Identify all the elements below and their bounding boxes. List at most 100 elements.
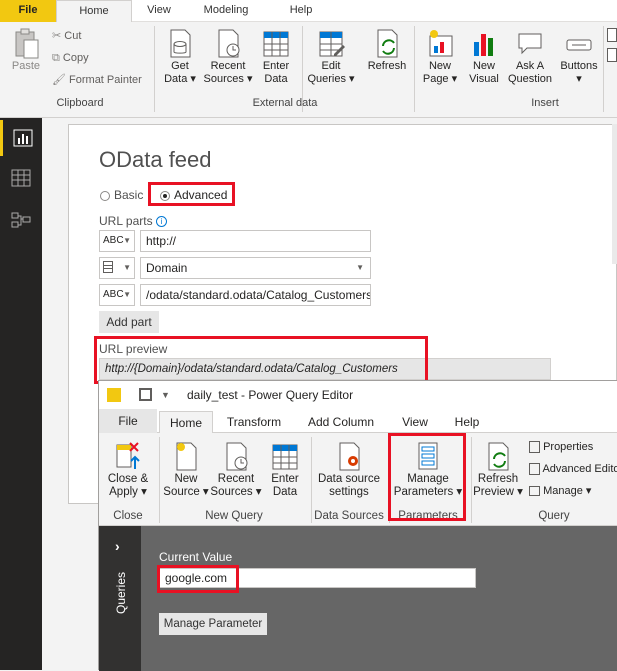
cut-button[interactable]: ✂ Cut	[52, 29, 81, 43]
new-page-button[interactable]: New Page ▾	[418, 26, 462, 86]
pqe-tab-file[interactable]: File	[99, 409, 157, 433]
ribbon-tab-bar: File Home View Modeling Help	[0, 0, 617, 22]
ask-question-button[interactable]: Ask A Question	[504, 26, 556, 86]
pqe-tab-help[interactable]: Help	[447, 411, 487, 433]
manage-parameters-button[interactable]: Manage Parameters ▾	[391, 439, 465, 499]
format-painter-button[interactable]: 🖌 Format Painter	[52, 73, 142, 87]
parameter-pane: Current Value google.com Manage Paramete…	[141, 526, 617, 671]
pqe-tab-add-column[interactable]: Add Column	[299, 411, 383, 433]
get-data-label-1: Get	[171, 60, 189, 72]
pqe-ribbon-separator	[389, 437, 390, 523]
refresh-preview-button[interactable]: Refresh Preview ▾	[473, 439, 523, 499]
recent-sources-icon	[218, 29, 240, 58]
parameter-type-icon	[103, 261, 113, 274]
tab-view[interactable]: View	[134, 0, 184, 22]
ribbon-separator	[414, 26, 415, 112]
copy-label: Copy	[62, 52, 89, 64]
refresh-button[interactable]: Refresh	[362, 26, 412, 73]
text-box-icon[interactable]	[607, 28, 617, 42]
recent-sources-button[interactable]: Recent Sources ▾	[202, 26, 254, 86]
external-data-group-label: External data	[252, 97, 318, 109]
button-icon	[566, 39, 592, 51]
pqe-enter-data-button[interactable]: Enter Data	[265, 439, 305, 499]
format-painter-label: Format Painter	[69, 74, 142, 86]
queries-pane-collapsed[interactable]: › Queries	[99, 526, 141, 671]
part1-type-select[interactable]: ABC ▼	[99, 230, 135, 252]
pqe-tab-view[interactable]: View	[393, 411, 437, 433]
refresh-preview-label-1: Refresh	[477, 473, 519, 485]
new-source-button[interactable]: New Source ▾	[163, 439, 209, 499]
url-parts-text: URL parts	[99, 214, 153, 228]
add-part-button[interactable]: Add part	[99, 311, 159, 333]
enter-data-label-1: Enter	[262, 60, 290, 72]
grid-icon	[11, 169, 31, 187]
properties-icon	[529, 441, 540, 454]
close-apply-button[interactable]: Close & Apply ▾	[103, 439, 153, 499]
refresh-icon	[377, 29, 398, 58]
advanced-label: Advanced	[174, 188, 228, 202]
recent-sources-icon	[226, 442, 248, 471]
query-group-label: Query	[538, 510, 570, 522]
advanced-radio[interactable]	[160, 191, 170, 201]
pqe-enter-data-label-2: Data	[272, 486, 298, 498]
part2-type-select[interactable]: ▼	[99, 257, 135, 279]
text-type-icon: ABC	[103, 289, 124, 300]
copy-button[interactable]: ⧉ Copy	[52, 51, 89, 65]
refresh-label: Refresh	[367, 60, 407, 72]
manage-button[interactable]: Manage ▾	[529, 484, 591, 498]
speech-bubble-icon	[518, 33, 542, 55]
tab-modeling[interactable]: Modeling	[190, 0, 262, 22]
pqe-ribbon-separator	[159, 437, 160, 523]
dialog-edge	[612, 124, 617, 264]
tab-home[interactable]: Home	[56, 0, 132, 22]
save-icon[interactable]	[139, 388, 152, 401]
data-view-button[interactable]	[0, 160, 42, 196]
pqe-recent-sources-button[interactable]: Recent Sources ▾	[209, 439, 263, 499]
pqe-title-text: daily_test - Power Query Editor	[187, 388, 354, 402]
current-value-label: Current Value	[159, 550, 233, 564]
enter-data-button[interactable]: Enter Data	[256, 26, 296, 86]
quick-access-dropdown-icon[interactable]: ▼	[161, 381, 170, 409]
paste-button[interactable]: Paste	[6, 26, 46, 73]
manage-parameter-button[interactable]: Manage Parameter	[159, 613, 267, 635]
new-page-label-2: Page ▾	[422, 73, 458, 85]
edit-queries-label-2: Queries ▾	[307, 73, 355, 85]
data-source-settings-icon	[339, 442, 360, 471]
data-source-settings-button[interactable]: Data source settings	[313, 439, 385, 499]
manage-parameters-label-1: Manage	[407, 473, 449, 485]
properties-button[interactable]: Properties	[529, 440, 593, 454]
tab-file[interactable]: File	[0, 0, 56, 22]
model-view-button[interactable]	[0, 202, 42, 238]
url-part2-select[interactable]: Domain ▼	[140, 257, 371, 279]
new-source-label-2: Source ▾	[163, 486, 209, 498]
url-parts-label: URL parts i	[99, 214, 167, 228]
edit-queries-button[interactable]: Edit Queries ▾	[306, 26, 356, 86]
image-icon[interactable]	[607, 48, 617, 62]
pqe-tab-transform[interactable]: Transform	[221, 411, 287, 433]
url-part3-input[interactable]: /odata/standard.odata/Catalog_Customers	[140, 284, 371, 306]
url-preview-label: URL preview	[99, 342, 168, 356]
recent-sources-label-2: Sources ▾	[203, 73, 253, 85]
new-visual-button[interactable]: New Visual	[462, 26, 506, 86]
manage-label: Manage ▾	[543, 485, 592, 497]
get-data-button[interactable]: Get Data ▾	[160, 26, 200, 86]
close-apply-label-1: Close &	[107, 473, 149, 485]
basic-radio[interactable]	[100, 191, 110, 201]
power-query-editor-window: ▼ daily_test - Power Query Editor File H…	[98, 380, 617, 671]
tab-help[interactable]: Help	[276, 0, 326, 22]
pqe-recent-sources-label-2: Sources ▾	[210, 486, 262, 498]
buttons-button[interactable]: Buttons ▾	[556, 26, 602, 86]
pqe-ribbon-separator	[471, 437, 472, 523]
current-value-input[interactable]: google.com	[159, 568, 476, 588]
edit-queries-icon	[319, 31, 345, 57]
parameters-group-label: Parameters	[398, 510, 458, 522]
pqe-tab-home[interactable]: Home	[159, 411, 213, 433]
part3-type-select[interactable]: ABC ▼	[99, 284, 135, 306]
advanced-editor-button[interactable]: Advanced Editor	[529, 462, 617, 476]
report-icon	[13, 129, 32, 147]
cut-label: Cut	[64, 30, 82, 42]
url-part1-input[interactable]: http://	[140, 230, 371, 252]
report-view-button[interactable]	[0, 120, 42, 156]
refresh-preview-label-2: Preview ▾	[473, 486, 523, 498]
expand-chevron-icon[interactable]: ›	[115, 538, 120, 554]
